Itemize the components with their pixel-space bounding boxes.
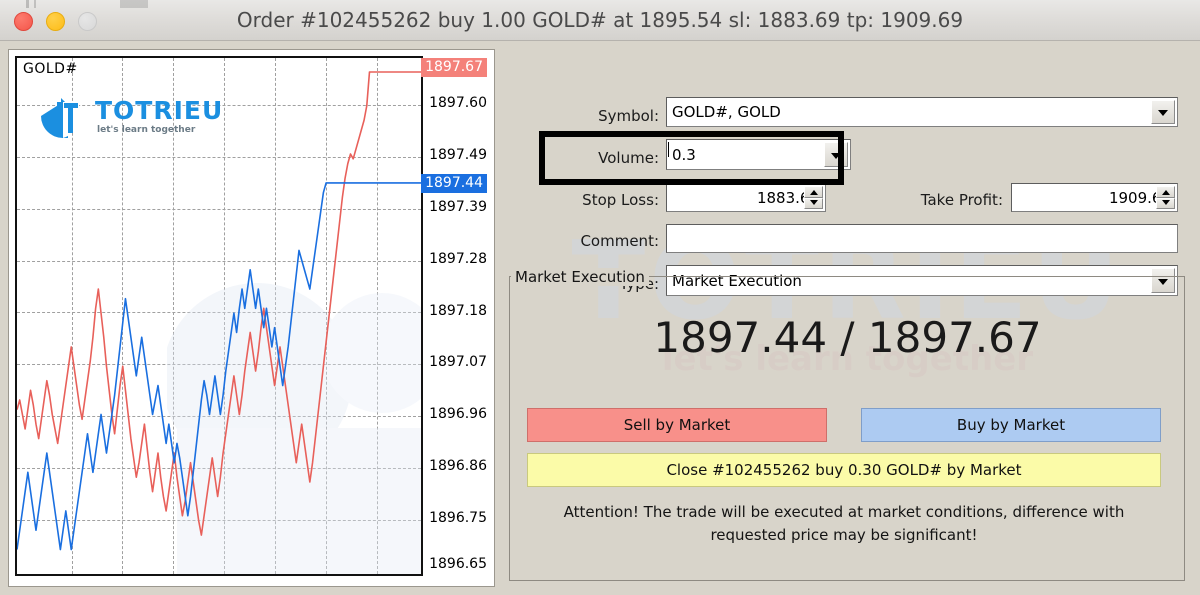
take-profit-input[interactable]: 1909.69 — [1011, 183, 1178, 212]
bid-price-badge: 1897.44 — [421, 174, 487, 193]
chart-symbol-label: GOLD# — [23, 61, 78, 77]
axis-tick-label: 1896.86 — [429, 458, 487, 474]
totrieu-logo: TOTRIEU let's learn together — [35, 94, 230, 146]
window-title: Order #102455262 buy 1.00 GOLD# at 1895.… — [236, 8, 964, 32]
axis-tick-label: 1897.39 — [429, 199, 487, 215]
axis-tick-label: 1897.60 — [429, 95, 487, 111]
axis-tick-label: 1896.65 — [429, 556, 487, 572]
stepper-down-icon[interactable] — [804, 197, 823, 209]
stop-loss-input[interactable]: 1883.69 — [666, 183, 826, 212]
volume-chevron-down-icon[interactable] — [824, 142, 848, 167]
order-dialog-window: Order #102455262 buy 1.00 GOLD# at 1895.… — [0, 0, 1200, 595]
axis-tick-label: 1897.07 — [429, 354, 487, 370]
axis-tick-label: 1896.96 — [429, 406, 487, 422]
comment-input[interactable] — [666, 224, 1178, 253]
tick-chart-panel: GOLD# TOTRIEU let's learn together 1897.… — [8, 49, 495, 587]
market-execution-group-title: Market Execution — [511, 268, 649, 286]
take-profit-label: Take Profit: — [920, 191, 1003, 209]
chevron-down-icon[interactable] — [1151, 100, 1175, 124]
attention-text: Attention! The trade will be executed at… — [563, 503, 1125, 544]
totrieu-logo-tagline: let's learn together — [97, 125, 196, 135]
comment-label: Comment: — [580, 232, 659, 250]
totrieu-logo-mark — [41, 98, 79, 138]
buy-by-market-button[interactable]: Buy by Market — [861, 408, 1161, 442]
volume-input[interactable]: 0.3 — [666, 139, 851, 170]
axis-tick-label: 1897.49 — [429, 147, 487, 163]
volume-label: Volume: — [598, 149, 659, 167]
sell-by-market-button[interactable]: Sell by Market — [527, 408, 827, 442]
dialog-body: GOLD# TOTRIEU let's learn together 1897.… — [0, 41, 1200, 595]
window-titlebar: Order #102455262 buy 1.00 GOLD# at 1895.… — [0, 0, 1200, 41]
stop-loss-stepper[interactable] — [804, 186, 823, 209]
ask-price-badge: 1897.67 — [421, 58, 487, 77]
close-order-button[interactable]: Close #102455262 buy 0.30 GOLD# by Marke… — [527, 453, 1161, 487]
bid-ask-price-display: 1897.44 / 1897.67 — [653, 313, 1042, 362]
order-form-panel: TOTRIEU let's learn together Symbol: GOL… — [503, 49, 1192, 587]
axis-tick-label: 1897.18 — [429, 303, 487, 319]
symbol-label: Symbol: — [598, 107, 659, 125]
axis-tick-label: 1897.28 — [429, 251, 487, 267]
symbol-value: GOLD#, GOLD — [672, 103, 781, 121]
price-axis: 1897.67 1897.60 1897.49 1897.44 1897.39 … — [421, 56, 489, 576]
volume-value: 0.3 — [672, 145, 696, 164]
stepper-down-icon[interactable] — [1156, 197, 1175, 209]
stepper-up-icon[interactable] — [1156, 186, 1175, 198]
stop-loss-label: Stop Loss: — [582, 191, 659, 209]
take-profit-stepper[interactable] — [1156, 186, 1175, 209]
axis-tick-label: 1896.75 — [429, 510, 487, 526]
stepper-up-icon[interactable] — [804, 186, 823, 198]
symbol-select[interactable]: GOLD#, GOLD — [666, 97, 1178, 127]
totrieu-logo-text: TOTRIEU — [95, 96, 224, 125]
tick-chart-plot[interactable]: GOLD# TOTRIEU let's learn together — [15, 56, 423, 576]
text-cursor — [668, 142, 669, 157]
